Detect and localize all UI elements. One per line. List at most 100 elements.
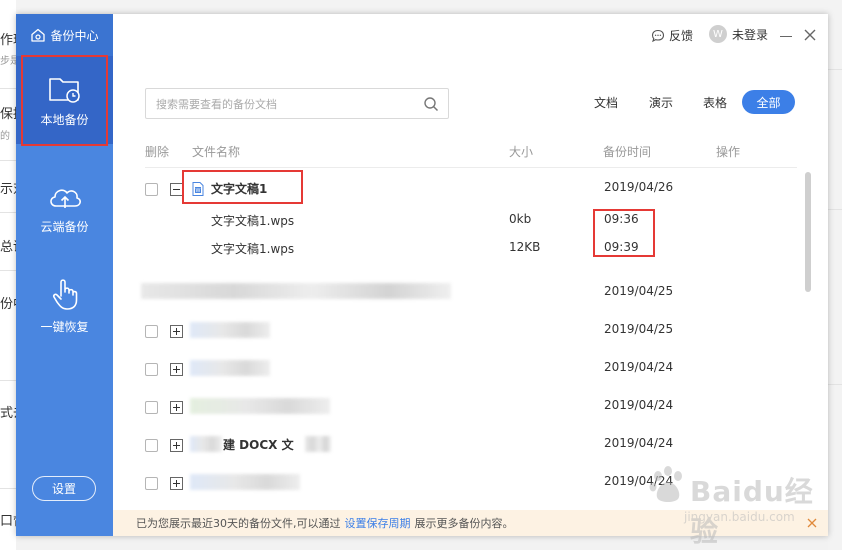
background-strip — [16, 0, 842, 14]
close-icon — [804, 29, 816, 41]
backup-time: 09:39 — [604, 240, 639, 254]
bg-divider — [0, 88, 16, 89]
filter-documents[interactable]: 文档 — [586, 90, 626, 114]
notice-text: 展示更多备份内容。 — [414, 517, 514, 530]
sidebar: 备份中心 本地备份 云端备份 一键恢复 设置 — [16, 14, 113, 536]
file-name: 文字文稿1 — [211, 182, 268, 196]
column-header-name: 文件名称 — [192, 145, 241, 159]
file-size: 0kb — [509, 212, 532, 226]
avatar: W — [708, 25, 727, 43]
bg-divider — [0, 212, 16, 213]
row-checkbox[interactable] — [145, 363, 158, 376]
redacted-content — [190, 398, 330, 414]
minimize-button[interactable] — [779, 28, 793, 42]
settings-button[interactable]: 设置 — [32, 476, 96, 501]
feedback-label: 反馈 — [668, 29, 693, 43]
bg-text: 示对 — [0, 182, 16, 197]
feedback-button[interactable]: 反馈 — [651, 27, 693, 44]
backup-time: 2019/04/25 — [604, 284, 674, 298]
bg-text: 口督 — [0, 514, 16, 529]
bg-text: 保持 — [0, 107, 16, 122]
bg-divider — [0, 380, 16, 381]
column-header-time: 备份时间 — [603, 145, 652, 159]
sidebar-item-one-click-restore[interactable]: 一键恢复 — [16, 261, 113, 349]
login-button[interactable]: W 未登录 — [708, 25, 768, 43]
search-box — [145, 88, 449, 119]
sidebar-item-label: 本地备份 — [40, 112, 89, 127]
file-name: 文字文稿1.wps — [211, 242, 295, 256]
column-header-action: 操作 — [716, 145, 741, 159]
sidebar-item-local-backup[interactable]: 本地备份 — [16, 56, 113, 144]
bg-divider — [0, 160, 16, 161]
table-row[interactable]: 建 DOCX 文 2019/04/24 — [145, 424, 797, 462]
close-button[interactable] — [802, 27, 818, 43]
table-row[interactable]: 文字文稿1.wps 0kb 09:36 — [145, 205, 797, 233]
expand-toggle[interactable] — [170, 363, 183, 376]
bg-text: 份中 — [0, 297, 16, 312]
filter-all[interactable]: 全部 — [742, 90, 795, 114]
expand-toggle[interactable] — [170, 439, 183, 452]
file-size: 12KB — [509, 240, 541, 254]
bg-divider — [0, 488, 16, 489]
expand-toggle[interactable] — [170, 477, 183, 490]
table-row[interactable]: 2019/04/25 — [141, 272, 797, 310]
table-row[interactable]: 文字文稿1.wps 12KB 09:39 — [145, 233, 797, 261]
redacted-content — [190, 474, 300, 490]
title-bar: 反馈 W 未登录 — [113, 14, 828, 56]
retention-settings-link[interactable]: 设置保存周期 — [345, 515, 411, 531]
hand-pointer-icon — [52, 278, 77, 310]
sidebar-item-label: 云端备份 — [40, 219, 89, 234]
backup-time: 2019/04/24 — [604, 360, 674, 374]
watermark-url: jingyan.baidu.com — [684, 510, 795, 524]
bg-text: 式去 — [0, 406, 16, 421]
redacted-content — [190, 436, 222, 452]
redacted-content — [190, 360, 270, 376]
row-checkbox[interactable] — [145, 439, 158, 452]
expand-toggle[interactable] — [170, 325, 183, 338]
backup-time: 2019/04/25 — [604, 322, 674, 336]
svg-text:W: W — [196, 188, 201, 194]
cloud-upload-icon — [49, 188, 81, 208]
baidu-watermark: Baidu经验 jingyan.baidu.com — [646, 460, 836, 548]
wps-document-icon: W — [192, 182, 204, 196]
backup-time: 2019/04/24 — [604, 398, 674, 412]
file-name: 建 DOCX 文 — [223, 438, 294, 452]
row-checkbox[interactable] — [145, 325, 158, 338]
sidebar-item-label: 一键恢复 — [40, 319, 89, 334]
scrollbar-thumb[interactable] — [805, 172, 811, 292]
row-checkbox[interactable] — [145, 477, 158, 490]
redacted-content — [141, 283, 451, 299]
table-row[interactable]: 2019/04/24 — [145, 348, 797, 386]
row-checkbox[interactable] — [145, 401, 158, 414]
table-row[interactable]: 2019/04/25 — [145, 310, 797, 348]
column-header-delete: 删除 — [145, 145, 170, 159]
expand-toggle[interactable] — [170, 401, 183, 414]
table-row[interactable]: 2019/04/24 — [145, 386, 797, 424]
bg-divider — [0, 270, 16, 271]
bg-text: 作玩 — [0, 33, 16, 48]
bg-text: 总说 — [0, 240, 16, 255]
redacted-content — [190, 322, 270, 338]
sidebar-item-cloud-backup[interactable]: 云端备份 — [16, 164, 113, 252]
background-app: 作玩 步是 保持 的 示对 总说 份中 式去 口督 — [0, 0, 16, 550]
column-header-size: 大小 — [509, 145, 534, 159]
filter-spreadsheets[interactable]: 表格 — [695, 90, 735, 114]
filter-presentations[interactable]: 演示 — [641, 90, 681, 114]
chat-bubble-icon — [651, 29, 665, 42]
paw-logo-icon — [649, 466, 682, 502]
home-icon — [31, 28, 46, 42]
login-label: 未登录 — [731, 27, 768, 42]
search-input[interactable] — [156, 95, 406, 113]
backup-time: 2019/04/24 — [604, 436, 674, 450]
search-icon[interactable] — [423, 96, 439, 112]
folder-clock-icon — [48, 77, 80, 103]
table-header: 删除 文件名称 大小 备份时间 操作 — [145, 136, 797, 168]
row-checkbox[interactable] — [145, 183, 158, 196]
file-name: 文字文稿1.wps — [211, 214, 295, 228]
brand-label: 备份中心 — [50, 28, 99, 43]
notice-text: 已为您展示最近30天的备份文件,可以通过 — [136, 517, 341, 530]
redacted-content — [305, 436, 331, 452]
table-row[interactable]: W 文字文稿1 2019/04/26 — [145, 168, 797, 206]
backup-center-window: 备份中心 本地备份 云端备份 一键恢复 设置 反馈 W 未登录 搜索需要查看的备… — [16, 14, 828, 536]
collapse-toggle[interactable] — [170, 183, 183, 196]
